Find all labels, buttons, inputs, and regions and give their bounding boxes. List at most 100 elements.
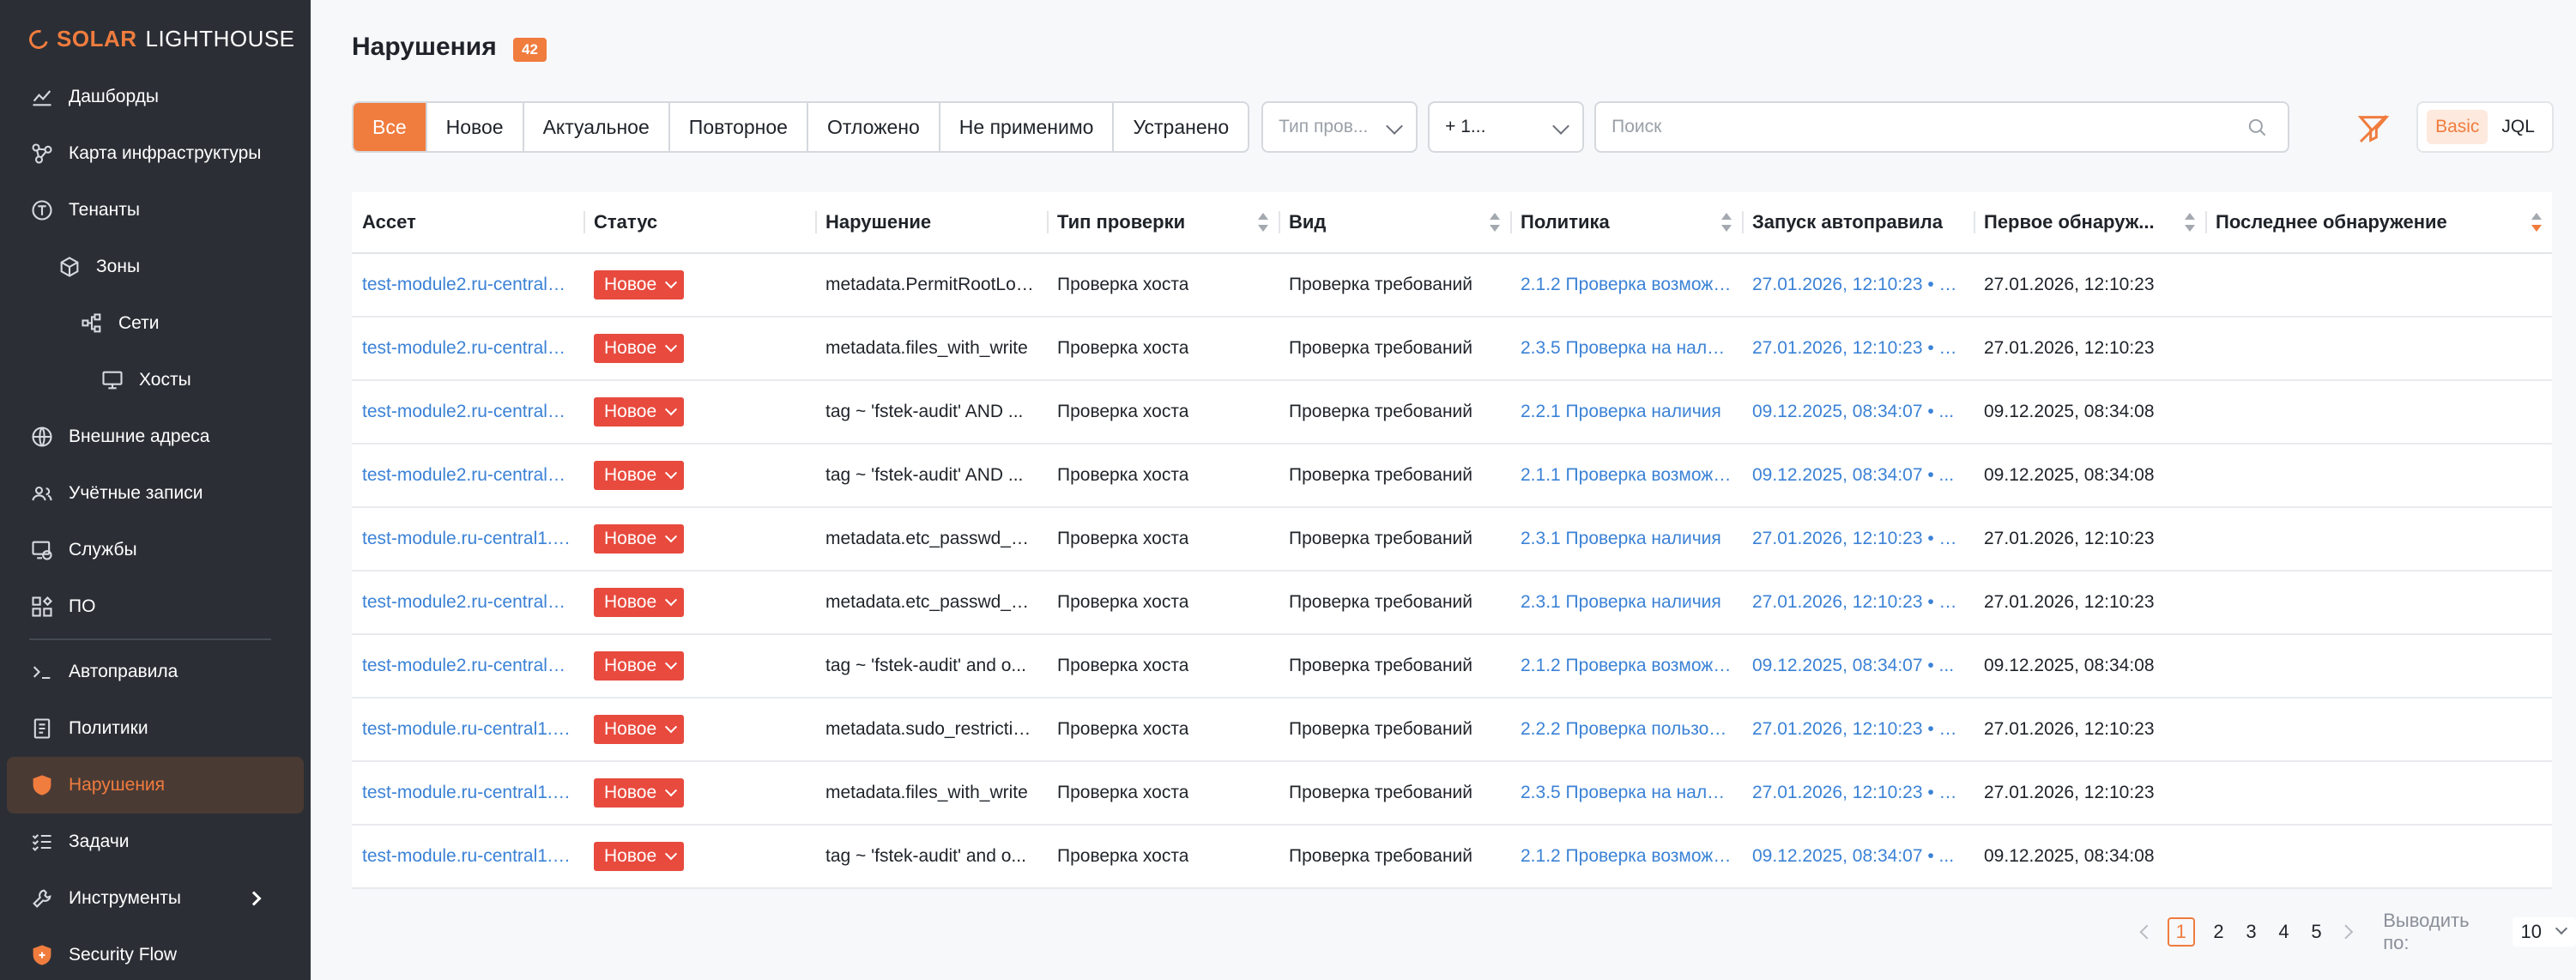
asset-link[interactable]: test-module2.ru-central1.internal [362, 338, 573, 359]
page-5-button[interactable]: 5 [2308, 921, 2325, 943]
filter-clear-icon[interactable] [2356, 112, 2391, 146]
column-header-last-detected[interactable]: Последнее обнаружение [2205, 192, 2552, 252]
table-row[interactable]: test-module2.ru-central1.internal Новое ta… [352, 445, 2552, 508]
tab-not-applicable[interactable]: Не применимо [940, 103, 1115, 151]
sort-icon[interactable] [2531, 213, 2542, 233]
status-dropdown[interactable]: Новое [594, 334, 685, 363]
autorule-link[interactable]: 27.01.2026, 12:10:23 • 3... [1752, 275, 1963, 295]
policy-link[interactable]: 2.2.1 Проверка наличия [1521, 402, 1721, 422]
policy-link[interactable]: 2.3.5 Проверка на наличие [1521, 783, 1732, 803]
page-2-button[interactable]: 2 [2210, 921, 2228, 943]
mode-jql-button[interactable]: JQL [2493, 110, 2543, 144]
sidebar-item-services[interactable]: Службы [0, 522, 311, 578]
sidebar-item-dashboards[interactable]: Дашборды [0, 69, 311, 125]
sidebar-item-infra-map[interactable]: Карта инфраструктуры [0, 125, 311, 182]
autorule-link[interactable]: 09.12.2025, 08:34:07 • ... [1752, 846, 1954, 867]
mode-basic-button[interactable]: Basic [2427, 110, 2488, 144]
column-header-kind[interactable]: Вид [1279, 192, 1510, 252]
table-row[interactable]: test-module2.ru-central1.internal Новое ta… [352, 381, 2552, 445]
status-dropdown[interactable]: Новое [594, 461, 685, 490]
table-row[interactable]: test-module2.ru-central1.internal Новое me… [352, 254, 2552, 318]
sidebar-item-networks[interactable]: Сети [0, 295, 311, 352]
autorule-link[interactable]: 27.01.2026, 12:10:23 • 3... [1752, 338, 1963, 359]
page-1-button[interactable]: 1 [2167, 917, 2195, 947]
tab-all[interactable]: Все [354, 103, 427, 151]
asset-link[interactable]: test-module.ru-central1.internal [362, 783, 573, 803]
column-header-first-detected[interactable]: Первое обнаруж... [1974, 192, 2205, 252]
column-header-asset[interactable]: Ассет [352, 192, 584, 252]
autorule-link[interactable]: 27.01.2026, 12:10:23 • 3... [1752, 719, 1963, 740]
table-row[interactable]: test-module2.ru-central1.internal Новое me… [352, 318, 2552, 381]
asset-link[interactable]: test-module2.ru-central1.internal [362, 592, 573, 613]
per-page-select[interactable]: 10 [2512, 917, 2576, 947]
autorule-link[interactable]: 09.12.2025, 08:34:07 • ... [1752, 656, 1954, 676]
table-row[interactable]: test-module.ru-central1.internal Новое met… [352, 762, 2552, 826]
column-header-check-type[interactable]: Тип проверки [1047, 192, 1279, 252]
table-row[interactable]: test-module2.ru-central1.internal Новое me… [352, 572, 2552, 635]
asset-link[interactable]: test-module2.ru-central1.internal [362, 275, 573, 295]
sidebar-item-software[interactable]: ПО [0, 578, 311, 635]
page-3-button[interactable]: 3 [2243, 921, 2260, 943]
chevron-left-icon[interactable] [2139, 924, 2155, 940]
sidebar-item-external-addresses[interactable]: Внешние адреса [0, 408, 311, 465]
sidebar-item-autorules[interactable]: Автоправила [0, 644, 311, 700]
asset-link[interactable]: test-module2.ru-central1.internal [362, 465, 573, 486]
sort-icon[interactable] [1490, 213, 1500, 233]
column-header-policy[interactable]: Политика [1510, 192, 1742, 252]
asset-link[interactable]: test-module.ru-central1.internal [362, 719, 573, 740]
status-dropdown[interactable]: Новое [594, 397, 685, 426]
search-input[interactable] [1596, 103, 2289, 151]
sidebar-item-violations[interactable]: Нарушения [7, 757, 304, 814]
table-row[interactable]: test-module.ru-central1.internal Новое met… [352, 699, 2552, 762]
search-icon[interactable] [2246, 117, 2269, 139]
extra-filter-select[interactable]: + 1... [1428, 101, 1585, 153]
status-dropdown[interactable]: Новое [594, 778, 685, 808]
column-header-status[interactable]: Статус [584, 192, 815, 252]
asset-link[interactable]: test-module2.ru-central1.internal [362, 656, 573, 676]
table-row[interactable]: test-module.ru-central1.internal Новое met… [352, 508, 2552, 572]
table-row[interactable]: test-module.ru-central1.internal Новое tag… [352, 826, 2552, 889]
status-dropdown[interactable]: Новое [594, 842, 685, 871]
tab-postponed[interactable]: Отложено [808, 103, 940, 151]
sort-icon[interactable] [1258, 213, 1268, 233]
app-logo[interactable]: SOLAR LIGHTHOUSE [25, 26, 295, 52]
policy-link[interactable]: 2.3.1 Проверка наличия [1521, 529, 1721, 549]
table-row[interactable]: test-module2.ru-central1.internal Новое ta… [352, 635, 2552, 699]
autorule-link[interactable]: 27.01.2026, 12:10:23 • 3... [1752, 783, 1963, 803]
asset-link[interactable]: test-module.ru-central1.internal [362, 846, 573, 867]
sidebar-item-zones[interactable]: Зоны [0, 239, 311, 295]
check-type-select[interactable]: Тип пров... [1261, 101, 1418, 153]
status-dropdown[interactable]: Новое [594, 651, 685, 681]
tab-repeated[interactable]: Повторное [670, 103, 808, 151]
sidebar-item-policies[interactable]: Политики [0, 700, 311, 757]
autorule-link[interactable]: 09.12.2025, 08:34:07 • ... [1752, 402, 1954, 422]
autorule-link[interactable]: 27.01.2026, 12:10:23 • 3... [1752, 529, 1963, 549]
policy-link[interactable]: 2.3.1 Проверка наличия [1521, 592, 1721, 613]
sort-icon[interactable] [1721, 213, 1732, 233]
policy-link[interactable]: 2.2.2 Проверка пользователей [1521, 719, 1732, 740]
tab-actual[interactable]: Актуальное [524, 103, 670, 151]
autorule-link[interactable]: 09.12.2025, 08:34:07 • ... [1752, 465, 1954, 486]
sidebar-item-tenants[interactable]: Тенанты [0, 182, 311, 239]
asset-link[interactable]: test-module2.ru-central1.internal [362, 402, 573, 422]
sidebar-item-accounts[interactable]: Учётные записи [0, 465, 311, 522]
tab-resolved[interactable]: Устранено [1114, 103, 1248, 151]
status-dropdown[interactable]: Новое [594, 270, 685, 299]
status-dropdown[interactable]: Новое [594, 588, 685, 617]
sidebar-item-security-flow[interactable]: Security Flow [0, 927, 311, 980]
policy-link[interactable]: 2.1.2 Проверка возможности [1521, 275, 1732, 295]
policy-link[interactable]: 2.1.2 Проверка возможности [1521, 656, 1732, 676]
status-dropdown[interactable]: Новое [594, 715, 685, 744]
policy-link[interactable]: 2.3.5 Проверка на наличие [1521, 338, 1732, 359]
sidebar-item-tasks[interactable]: Задачи [0, 814, 311, 870]
policy-link[interactable]: 2.1.1 Проверка возможности [1521, 465, 1732, 486]
page-4-button[interactable]: 4 [2276, 921, 2293, 943]
asset-link[interactable]: test-module.ru-central1.internal [362, 529, 573, 549]
column-header-autorule-run[interactable]: Запуск автоправила [1742, 192, 1974, 252]
column-header-violation[interactable]: Нарушение [815, 192, 1047, 252]
policy-link[interactable]: 2.1.2 Проверка возможности [1521, 846, 1732, 867]
chevron-right-icon[interactable] [2337, 924, 2353, 940]
sort-icon[interactable] [2185, 213, 2195, 233]
autorule-link[interactable]: 27.01.2026, 12:10:23 • 3... [1752, 592, 1963, 613]
sidebar-item-hosts[interactable]: Хосты [0, 352, 311, 408]
